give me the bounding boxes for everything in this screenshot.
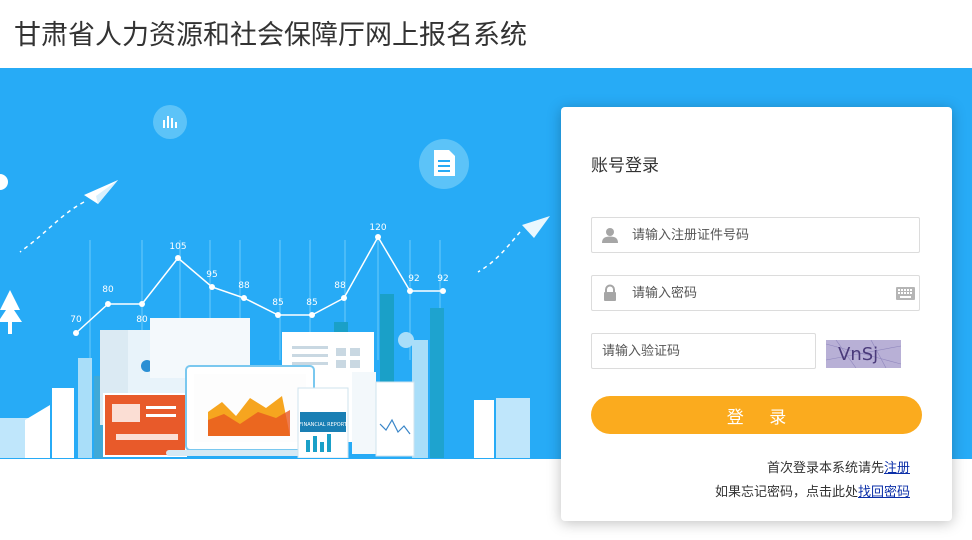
trend-label: 105 (169, 242, 186, 252)
page-header: 甘肃省人力资源和社会保障厅网上报名系统 (0, 0, 972, 68)
register-hint: 首次登录本系统请先注册 (767, 457, 910, 476)
trend-label: 92 (408, 274, 419, 284)
trend-label: 92 (437, 274, 448, 284)
trend-label: 120 (369, 223, 386, 233)
id-number-field (591, 217, 920, 253)
trend-label: 80 (102, 285, 114, 295)
trend-label: 85 (306, 298, 317, 308)
forgot-hint-text: 如果忘记密码，点击此处 (714, 485, 858, 500)
keyboard-icon[interactable] (896, 287, 915, 300)
report-label: FINANCIAL REPORT (299, 422, 348, 428)
captcha-image[interactable]: VnSj (826, 340, 901, 368)
trend-label: 95 (206, 270, 217, 280)
register-link[interactable]: 注册 (884, 461, 910, 476)
captcha-input[interactable] (602, 334, 807, 368)
tree-icon (0, 290, 22, 334)
forgot-password-link[interactable]: 找回密码 (858, 485, 910, 500)
forgot-hint: 如果忘记密码，点击此处找回密码 (715, 481, 910, 500)
bar-chart-bubble-icon (153, 105, 187, 139)
document-icon (434, 150, 455, 176)
captcha-text: VnSj (838, 344, 878, 365)
login-title: 账号登录 (591, 156, 659, 176)
password-field (591, 275, 920, 311)
trend-label: 80 (136, 315, 148, 325)
trend-label: 70 (70, 315, 82, 325)
captcha-field (591, 333, 816, 369)
password-input[interactable] (632, 276, 892, 310)
user-icon (602, 228, 618, 243)
cloud-shape (0, 174, 8, 190)
paper-plane-left (19, 180, 118, 253)
lock-icon (604, 284, 616, 301)
bubble-dot (398, 332, 414, 348)
trend-label: 88 (238, 281, 250, 291)
document-stack: FINANCIAL REPORT (100, 318, 415, 459)
login-card: 账号登录 VnSj 登 录 (561, 107, 952, 521)
site-title: 甘肃省人力资源和社会保障厅网上报名系统 (14, 20, 527, 51)
id-number-input[interactable] (632, 218, 892, 252)
trend-label: 85 (272, 298, 283, 308)
trend-label: 88 (334, 281, 346, 291)
login-button[interactable]: 登 录 (591, 396, 922, 434)
paper-plane-right (477, 216, 550, 273)
register-hint-text: 首次登录本系统请先 (766, 461, 884, 476)
